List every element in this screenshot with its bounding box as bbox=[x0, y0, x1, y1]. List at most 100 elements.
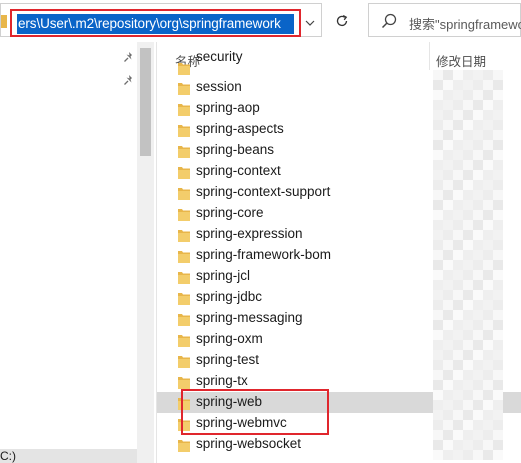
mosaic-cell bbox=[463, 340, 473, 350]
mosaic-cell bbox=[443, 360, 453, 370]
mosaic-cell bbox=[453, 120, 463, 130]
file-name[interactable]: spring-expression bbox=[196, 226, 303, 241]
mosaic-cell bbox=[433, 400, 443, 410]
file-name[interactable]: spring-websocket bbox=[196, 436, 301, 451]
mosaic-cell bbox=[453, 280, 463, 290]
mosaic-cell bbox=[433, 220, 443, 230]
file-name[interactable]: session bbox=[196, 79, 242, 94]
mosaic-cell bbox=[463, 250, 473, 260]
mosaic-cell bbox=[433, 270, 443, 280]
file-name[interactable]: spring-oxm bbox=[196, 331, 263, 346]
chevron-down-icon[interactable] bbox=[302, 13, 318, 33]
mosaic-cell bbox=[483, 120, 493, 130]
mosaic-cell bbox=[483, 130, 493, 140]
mosaic-cell bbox=[433, 360, 443, 370]
mosaic-cell bbox=[493, 240, 503, 250]
mosaic-cell bbox=[453, 220, 463, 230]
folder-icon bbox=[178, 125, 190, 137]
mosaic-cell bbox=[453, 190, 463, 200]
file-name[interactable]: spring-beans bbox=[196, 142, 274, 157]
mosaic-cell bbox=[433, 340, 443, 350]
mosaic-cell bbox=[433, 350, 443, 360]
mosaic-cell bbox=[473, 320, 483, 330]
mosaic-cell bbox=[443, 410, 453, 420]
file-name[interactable]: spring-core bbox=[196, 205, 264, 220]
pixelated-mask bbox=[433, 70, 503, 463]
file-name[interactable]: spring-messaging bbox=[196, 310, 303, 325]
mosaic-cell bbox=[483, 380, 493, 390]
mosaic-cell bbox=[463, 130, 473, 140]
mosaic-cell bbox=[493, 110, 503, 120]
mosaic-cell bbox=[433, 180, 443, 190]
file-name[interactable]: spring-framework-bom bbox=[196, 247, 331, 262]
mosaic-cell bbox=[493, 290, 503, 300]
mosaic-cell bbox=[443, 170, 453, 180]
mosaic-cell bbox=[453, 410, 463, 420]
mosaic-cell bbox=[433, 190, 443, 200]
mosaic-cell bbox=[453, 210, 463, 220]
mosaic-cell bbox=[463, 290, 473, 300]
refresh-button[interactable] bbox=[327, 6, 357, 36]
file-name[interactable]: spring-test bbox=[196, 352, 259, 367]
mosaic-cell bbox=[493, 80, 503, 90]
mosaic-cell bbox=[493, 180, 503, 190]
mosaic-cell bbox=[433, 260, 443, 270]
mosaic-cell bbox=[483, 300, 493, 310]
file-name[interactable]: spring-aop bbox=[196, 100, 260, 115]
mosaic-cell bbox=[443, 400, 453, 410]
mosaic-cell bbox=[473, 250, 483, 260]
mosaic-cell bbox=[493, 450, 503, 460]
mosaic-cell bbox=[463, 280, 473, 290]
mosaic-cell bbox=[473, 180, 483, 190]
mosaic-cell bbox=[473, 170, 483, 180]
folder-icon bbox=[178, 377, 190, 389]
mosaic-cell bbox=[483, 260, 493, 270]
mosaic-cell bbox=[493, 310, 503, 320]
mosaic-cell bbox=[483, 220, 493, 230]
mosaic-cell bbox=[493, 120, 503, 130]
mosaic-cell bbox=[483, 240, 493, 250]
mosaic-cell bbox=[483, 310, 493, 320]
file-name[interactable]: spring-context-support bbox=[196, 184, 330, 199]
mosaic-cell bbox=[443, 420, 453, 430]
file-name[interactable]: security bbox=[196, 49, 243, 64]
mosaic-cell bbox=[483, 160, 493, 170]
nav-scrollbar-thumb[interactable] bbox=[140, 48, 151, 156]
mosaic-cell bbox=[453, 360, 463, 370]
mosaic-cell bbox=[483, 350, 493, 360]
mosaic-cell bbox=[453, 440, 463, 450]
pin-icon[interactable] bbox=[123, 51, 135, 65]
navigation-pane: C:) bbox=[0, 42, 155, 463]
mosaic-cell bbox=[473, 440, 483, 450]
file-name[interactable]: spring-context bbox=[196, 163, 281, 178]
address-bar[interactable]: ers\User\.m2\repository\org\springframew… bbox=[0, 3, 322, 37]
mosaic-cell bbox=[443, 250, 453, 260]
mosaic-cell bbox=[463, 150, 473, 160]
mosaic-cell bbox=[463, 170, 473, 180]
mosaic-cell bbox=[453, 400, 463, 410]
mosaic-cell bbox=[443, 230, 453, 240]
mosaic-cell bbox=[433, 130, 443, 140]
mosaic-cell bbox=[463, 190, 473, 200]
mosaic-cell bbox=[483, 100, 493, 110]
mosaic-cell bbox=[483, 330, 493, 340]
mosaic-cell bbox=[443, 160, 453, 170]
file-name[interactable]: spring-jdbc bbox=[196, 289, 262, 304]
mosaic-cell bbox=[463, 440, 473, 450]
mosaic-cell bbox=[473, 130, 483, 140]
mosaic-cell bbox=[493, 270, 503, 280]
mosaic-cell bbox=[463, 70, 473, 80]
file-name[interactable]: spring-aspects bbox=[196, 121, 284, 136]
file-name[interactable]: spring-jcl bbox=[196, 268, 250, 283]
mosaic-cell bbox=[493, 100, 503, 110]
mosaic-cell bbox=[443, 440, 453, 450]
search-input[interactable]: 搜索"springframewo bbox=[368, 3, 521, 37]
mosaic-cell bbox=[493, 330, 503, 340]
mosaic-cell bbox=[453, 380, 463, 390]
pin-icon[interactable] bbox=[123, 74, 135, 88]
nav-item-drive[interactable]: C:) bbox=[0, 449, 137, 463]
annotation-box-files bbox=[181, 389, 329, 435]
mosaic-cell bbox=[463, 200, 473, 210]
mosaic-cell bbox=[473, 390, 483, 400]
file-name[interactable]: spring-tx bbox=[196, 373, 248, 388]
